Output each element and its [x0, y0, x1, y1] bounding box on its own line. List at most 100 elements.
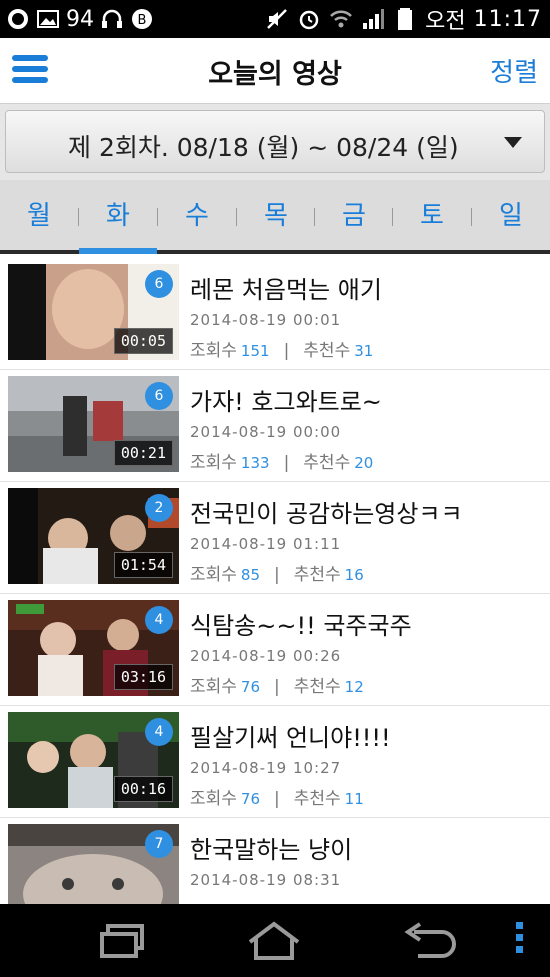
headset-icon	[102, 9, 122, 28]
likes-label: 추천수	[293, 677, 341, 697]
day-tabs: 월 화 수 목 금 토 일	[0, 180, 550, 254]
likes-label: 추천수	[303, 341, 351, 361]
stats-divider: |	[283, 453, 290, 473]
views-count: 133	[240, 454, 270, 472]
views-count: 85	[240, 566, 261, 584]
status-ampm: 오전	[425, 9, 466, 34]
likes-count: 12	[344, 678, 364, 696]
views-label: 조회수	[190, 453, 237, 473]
views-count: 76	[240, 790, 261, 808]
video-thumbnail: 2 01:54	[8, 488, 179, 584]
mute-icon	[267, 9, 287, 29]
tab-fri[interactable]: 금	[315, 180, 393, 250]
video-duration: 00:21	[113, 440, 173, 466]
video-stats: 조회수 76 | 추천수 11	[190, 784, 364, 809]
comment-count-badge: 4	[145, 718, 173, 746]
tab-thu[interactable]: 목	[237, 180, 315, 250]
wifi-icon	[330, 10, 353, 28]
likes-count: 16	[344, 566, 364, 584]
week-selector-area: 제 2회차. 08/18 (월) ~ 08/24 (일)	[0, 104, 550, 180]
video-date: 2014-08-19 08:31	[190, 871, 342, 889]
video-title: 필살기써 언니야!!!!	[190, 724, 391, 752]
video-date: 2014-08-19 00:00	[190, 423, 342, 441]
sort-button[interactable]: 정렬	[490, 52, 538, 89]
system-nav-bar	[0, 904, 550, 977]
comment-count-badge: 6	[145, 382, 173, 410]
tab-tue[interactable]: 화	[79, 180, 157, 254]
chevron-down-icon	[504, 137, 522, 148]
views-count: 76	[240, 678, 261, 696]
video-date: 2014-08-19 00:01	[190, 311, 342, 329]
status-number: 94	[66, 6, 94, 32]
video-date: 2014-08-19 10:27	[190, 759, 342, 777]
comment-count-badge: 4	[145, 606, 173, 634]
video-item[interactable]: 2 01:54 전국민이 공감하는영상ㅋㅋ 2014-08-19 01:11 조…	[0, 482, 550, 594]
page-title: 오늘의 영상	[208, 59, 342, 90]
comment-count-badge: 6	[145, 270, 173, 298]
views-label: 조회수	[190, 341, 237, 361]
image-icon	[37, 10, 59, 28]
video-title: 레몬 처음먹는 애기	[190, 276, 382, 304]
video-item[interactable]: 7 한국말하는 냥이 2014-08-19 08:31	[0, 818, 550, 904]
menu-more-icon[interactable]	[516, 922, 524, 958]
video-thumbnail: 7	[8, 824, 179, 904]
tab-wed[interactable]: 수	[158, 180, 236, 250]
week-dropdown[interactable]: 제 2회차. 08/18 (월) ~ 08/24 (일)	[5, 110, 545, 173]
views-label: 조회수	[190, 565, 237, 585]
back-icon[interactable]	[398, 920, 458, 962]
video-stats: 조회수 151 | 추천수 31	[190, 336, 373, 361]
video-duration: 00:05	[113, 328, 173, 354]
views-label: 조회수	[190, 677, 237, 697]
alarm-icon	[299, 10, 319, 30]
status-bar: 94 B 오전 11:17	[0, 0, 550, 38]
video-date: 2014-08-19 00:26	[190, 647, 342, 665]
tab-sat[interactable]: 토	[393, 180, 471, 250]
home-icon[interactable]	[244, 920, 304, 962]
video-title: 한국말하는 냥이	[190, 836, 353, 864]
likes-count: 11	[344, 790, 364, 808]
stats-divider: |	[283, 341, 290, 361]
views-count: 151	[240, 342, 270, 360]
video-duration: 01:54	[113, 552, 173, 578]
video-item[interactable]: 4 03:16 식탐송~~!! 국주국주 2014-08-19 00:26 조회…	[0, 594, 550, 706]
video-date: 2014-08-19 01:11	[190, 535, 342, 553]
status-right: 오전 11:17	[265, 4, 542, 34]
app-header: 오늘의 영상 정렬	[0, 38, 550, 104]
tab-sun[interactable]: 일	[472, 180, 550, 250]
video-stats: 조회수 76 | 추천수 12	[190, 672, 364, 697]
svg-text:B: B	[138, 13, 147, 28]
o-icon	[8, 9, 28, 29]
likes-label: 추천수	[293, 565, 341, 585]
video-stats: 조회수 85 | 추천수 16	[190, 560, 364, 585]
video-title: 식탐송~~!! 국주국주	[190, 612, 412, 640]
stats-divider: |	[274, 677, 280, 697]
video-stats: 조회수 133 | 추천수 20	[190, 448, 373, 473]
video-title: 전국민이 공감하는영상ㅋㅋ	[190, 500, 463, 528]
recent-apps-icon[interactable]	[96, 920, 156, 962]
flower-b-icon: B	[132, 9, 152, 29]
video-duration: 00:16	[113, 776, 173, 802]
comment-count-badge: 2	[145, 494, 173, 522]
video-thumbnail: 6 00:21	[8, 376, 179, 472]
stats-divider: |	[274, 789, 280, 809]
likes-label: 추천수	[293, 789, 341, 809]
video-thumbnail: 4 03:16	[8, 600, 179, 696]
week-dropdown-value: 제 2회차. 08/18 (월) ~ 08/24 (일)	[68, 133, 459, 162]
status-left: 94 B	[6, 4, 154, 34]
likes-label: 추천수	[303, 453, 351, 473]
video-title: 가자! 호그와트로~	[190, 388, 382, 416]
video-item[interactable]: 6 00:05 레몬 처음먹는 애기 2014-08-19 00:01 조회수 1…	[0, 258, 550, 370]
battery-icon	[398, 8, 413, 30]
video-list: 6 00:05 레몬 처음먹는 애기 2014-08-19 00:01 조회수 1…	[0, 258, 550, 904]
comment-count-badge: 7	[145, 830, 173, 858]
likes-count: 31	[354, 342, 374, 360]
tab-mon[interactable]: 월	[0, 180, 78, 250]
likes-count: 20	[354, 454, 374, 472]
video-duration: 03:16	[113, 664, 173, 690]
video-item[interactable]: 4 00:16 필살기써 언니야!!!! 2014-08-19 10:27 조회…	[0, 706, 550, 818]
signal-icon	[363, 9, 385, 29]
video-thumbnail: 6 00:05	[8, 264, 179, 360]
video-thumbnail: 4 00:16	[8, 712, 179, 808]
video-item[interactable]: 6 00:21 가자! 호그와트로~ 2014-08-19 00:00 조회수 1…	[0, 370, 550, 482]
status-time: 11:17	[473, 6, 542, 32]
